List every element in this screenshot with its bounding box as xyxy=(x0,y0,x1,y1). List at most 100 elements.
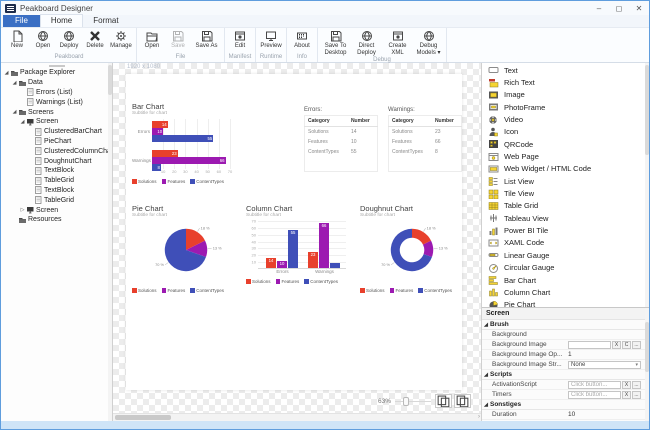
design-canvas[interactable]: 1920 x 1080 Bar ChartSubtitle for chartE… xyxy=(113,63,481,421)
property-button-more[interactable]: ... xyxy=(632,391,641,399)
tree-item-warnings-list-[interactable]: Warnings (List) xyxy=(1,97,112,107)
tab-format[interactable]: Format xyxy=(83,15,128,27)
tree-item-screens[interactable]: ◢Screens xyxy=(1,107,112,117)
tree-item-piechart[interactable]: PieChart xyxy=(1,137,112,147)
toolbox-item-web-widget-html-code[interactable]: Web Widget / HTML Code xyxy=(482,163,649,175)
tree-item-resources[interactable]: Resources xyxy=(1,215,112,225)
canvas-horizontal-scrollbar[interactable]: › xyxy=(113,413,481,421)
property-dropdown[interactable]: None▾ xyxy=(568,361,641,369)
properties-scrollbar[interactable] xyxy=(645,308,649,421)
edit-button[interactable]: Edit xyxy=(227,29,253,54)
preview-button[interactable]: Preview xyxy=(258,29,284,54)
artboard[interactable]: Bar ChartSubtitle for chartErrors141055W… xyxy=(126,74,462,390)
property-button-more[interactable]: ... xyxy=(632,341,641,349)
bar-chart-widget[interactable]: Bar ChartSubtitle for chartErrors141055W… xyxy=(132,102,244,184)
actual-size-button[interactable] xyxy=(454,394,471,408)
tree-expander-icon[interactable]: ◢ xyxy=(11,80,18,86)
tab-home[interactable]: Home xyxy=(40,14,83,27)
toolbox-item-table-grid[interactable]: Table Grid xyxy=(482,200,649,212)
delete-button[interactable]: Delete xyxy=(82,29,108,54)
save-as-button[interactable]: Save As xyxy=(191,29,222,54)
property-input[interactable] xyxy=(568,341,611,349)
property-value[interactable]: 1 xyxy=(568,351,572,358)
tree-item-textblock[interactable]: TextBlock xyxy=(1,166,112,176)
toolbox-item-linear-gauge[interactable]: Linear Gauge xyxy=(482,249,649,261)
tree-expander-icon[interactable]: ◢ xyxy=(19,119,26,125)
direct-deploy-button[interactable]: Direct Deploy xyxy=(351,29,382,57)
tab-file[interactable]: File xyxy=(3,15,40,27)
minimize-button[interactable]: – xyxy=(589,1,609,15)
tree-item-textblock[interactable]: TextBlock xyxy=(1,186,112,196)
maximize-button[interactable]: ◻ xyxy=(609,1,629,15)
collapse-triangle-icon: ◢ xyxy=(482,322,490,328)
property-button-more[interactable]: ... xyxy=(632,381,641,389)
new-button[interactable]: New xyxy=(4,29,30,54)
create-xml-button[interactable]: Create XML xyxy=(382,29,413,57)
open-button[interactable]: Open xyxy=(139,29,165,54)
property-click-button[interactable]: Click button... xyxy=(568,391,621,399)
open-button[interactable]: Open xyxy=(30,29,56,54)
property-click-button[interactable]: Click button... xyxy=(568,381,621,389)
tree-item-tablegrid[interactable]: TableGrid xyxy=(1,176,112,186)
toolbox-item-tile-view[interactable]: Tile View xyxy=(482,187,649,199)
toolbox-item-qrcode[interactable]: QRCode xyxy=(482,138,649,150)
warnings-table-widget[interactable]: Warnings:CategoryNumberSolutions23Featur… xyxy=(388,107,462,172)
toolbox-item-video[interactable]: Video xyxy=(482,113,649,125)
tree-item-doughnutchart[interactable]: DoughnutChart xyxy=(1,156,112,166)
toolbox-item-rich-text[interactable]: Rich Text xyxy=(482,76,649,88)
tree-item-screen[interactable]: ▷Screen xyxy=(1,205,112,215)
folder-icon xyxy=(18,216,26,224)
save-to-desktop-button[interactable]: Save To Desktop xyxy=(320,29,351,57)
toolbox-item-image[interactable]: Image xyxy=(482,89,649,101)
property-button-x[interactable]: X xyxy=(612,341,621,349)
ribbon-button-label: Manage xyxy=(110,43,132,50)
toolbox-item-icon[interactable]: Icon xyxy=(482,126,649,138)
tree-item-errors-list-[interactable]: Errors (List) xyxy=(1,88,112,98)
property-value[interactable]: 10 xyxy=(568,411,575,418)
tree-item-data[interactable]: ◢ Data xyxy=(1,78,112,88)
toolbox-item-text[interactable]: Text xyxy=(482,64,649,76)
toolbox-item-power-bi-tile[interactable]: Power BI Tile xyxy=(482,224,649,236)
debug-models-button[interactable]: Debug Models ▾ xyxy=(413,29,444,57)
property-group-scripts[interactable]: ◢Scripts xyxy=(482,370,649,380)
toolbox-item-tableau-view[interactable]: Tableau View xyxy=(482,212,649,224)
tree-item-clusteredcolumnchart[interactable]: ClusteredColumnChart xyxy=(1,146,112,156)
property-group-brush[interactable]: ◢Brush xyxy=(482,320,649,330)
toolbox-item-xaml-code[interactable]: XAML Code xyxy=(482,237,649,249)
toolbox-item-label: XAML Code xyxy=(504,238,544,247)
fit-to-screen-button[interactable] xyxy=(435,394,452,408)
toolbox-scrollbar[interactable] xyxy=(645,63,649,307)
doughnut-chart-widget[interactable]: Doughnut ChartSubtitle for chart18 %13 %… xyxy=(360,204,464,293)
property-button-x[interactable]: X xyxy=(622,391,631,399)
tree-item-clusteredbarchart[interactable]: ClusteredBarChart xyxy=(1,127,112,137)
tree-item-screen[interactable]: ◢Screen xyxy=(1,117,112,127)
toolbox-item-web-page[interactable]: Web Page xyxy=(482,150,649,162)
errors-table-widget[interactable]: Errors:CategoryNumberSolutions14Features… xyxy=(304,107,378,172)
toolbox-item-bar-chart[interactable]: Bar Chart xyxy=(482,274,649,286)
tree-expander-icon[interactable]: ◢ xyxy=(11,109,18,115)
toolbox-item-photoframe[interactable]: PhotoFrame xyxy=(482,101,649,113)
property-label: Duration xyxy=(482,411,568,418)
manage-button[interactable]: Manage xyxy=(108,29,134,54)
explorer-scrollbar[interactable] xyxy=(108,63,112,421)
tree-item-package-explorer[interactable]: ◢Package Explorer xyxy=(1,68,112,78)
property-button-c[interactable]: C xyxy=(622,341,631,349)
scroll-right-arrow[interactable]: › xyxy=(478,414,480,420)
pie-chart-widget[interactable]: Pie ChartSubtitle for chart18 %13 %70 %S… xyxy=(132,204,240,293)
zoom-slider[interactable] xyxy=(395,397,431,406)
close-button[interactable]: ✕ xyxy=(629,1,649,15)
deploy-button[interactable]: Deploy xyxy=(56,29,82,54)
qrcode-icon xyxy=(488,139,499,149)
toolbox-item-circular-gauge[interactable]: Circular Gauge xyxy=(482,262,649,274)
toolbox-item-pie-chart[interactable]: Pie Chart xyxy=(482,299,649,307)
about-button[interactable]: About xyxy=(289,29,315,54)
property-group-sonstiges[interactable]: ◢Sonstiges xyxy=(482,400,649,410)
tree-expander-icon[interactable]: ▷ xyxy=(19,207,26,213)
property-button-x[interactable]: X xyxy=(622,381,631,389)
toolbox-item-list-view[interactable]: List View xyxy=(482,175,649,187)
toolbox-item-column-chart[interactable]: Column Chart xyxy=(482,286,649,298)
tree-item-label: Data xyxy=(28,79,43,86)
tree-expander-icon[interactable]: ◢ xyxy=(3,70,10,76)
tree-item-tablegrid[interactable]: TableGrid xyxy=(1,195,112,205)
column-chart-widget[interactable]: Column ChartSubtitle for chart1020304050… xyxy=(246,204,356,284)
